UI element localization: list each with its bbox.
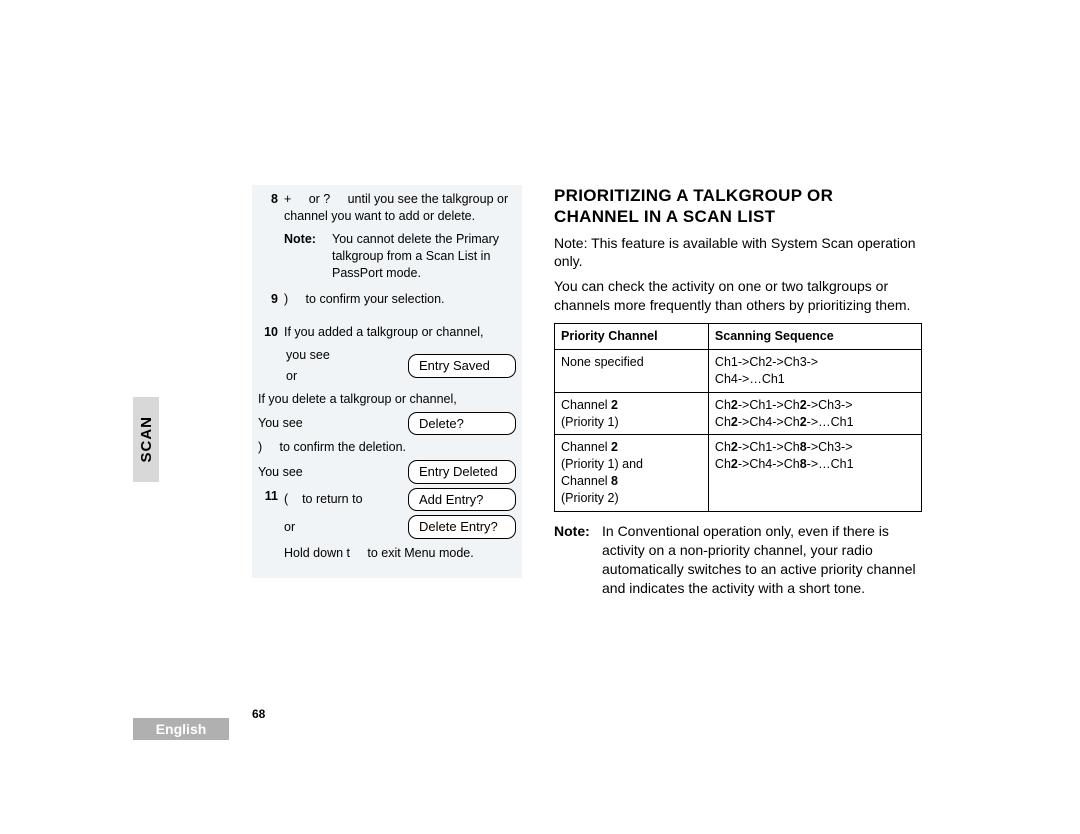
table-header-sequence: Scanning Sequence [708, 324, 921, 350]
manual-page: SCAN English 68 8 + or ? until you see t… [0, 0, 1080, 834]
table-header-priority: Priority Channel [555, 324, 709, 350]
page-number: 68 [252, 707, 265, 721]
step-11: 11 ( to return to Add Entry? or Delete E… [258, 488, 516, 566]
lcd-delete: Delete? [408, 412, 516, 436]
table-row: Channel 2(Priority 1) andChannel 8(Prior… [555, 435, 922, 512]
step-8: 8 + or ? until you see the talkgroup or … [258, 191, 516, 285]
section-tab-label: SCAN [138, 416, 155, 463]
intro-paragraph: You can check the activity on one or two… [554, 277, 922, 315]
feature-note: Note: This feature is available with Sys… [554, 234, 922, 272]
section-tab: SCAN [133, 397, 159, 482]
lcd-delete-entry: Delete Entry? [408, 515, 516, 539]
language-badge: English [133, 718, 229, 740]
section-heading: PRIORITIZING A TALKGROUP OR CHANNEL IN A… [554, 185, 922, 228]
scanning-sequence-table: Priority Channel Scanning Sequence None … [554, 323, 922, 512]
right-column: PRIORITIZING A TALKGROUP OR CHANNEL IN A… [554, 185, 922, 598]
step-9: 9 ) to confirm your selection. [258, 291, 516, 308]
step-10: 10 If you added a talkgroup or channel, [258, 324, 516, 341]
bottom-note: Note: In Conventional operation only, ev… [554, 522, 922, 598]
lcd-entry-saved: Entry Saved [408, 354, 516, 378]
left-column: 8 + or ? until you see the talkgroup or … [252, 185, 522, 578]
table-row: None specified Ch1->Ch2->Ch3->Ch4->…Ch1 [555, 349, 922, 392]
lcd-add-entry: Add Entry? [408, 488, 516, 512]
lcd-entry-deleted: Entry Deleted [408, 460, 516, 484]
table-row: Channel 2(Priority 1) Ch2->Ch1->Ch2->Ch3… [555, 392, 922, 435]
